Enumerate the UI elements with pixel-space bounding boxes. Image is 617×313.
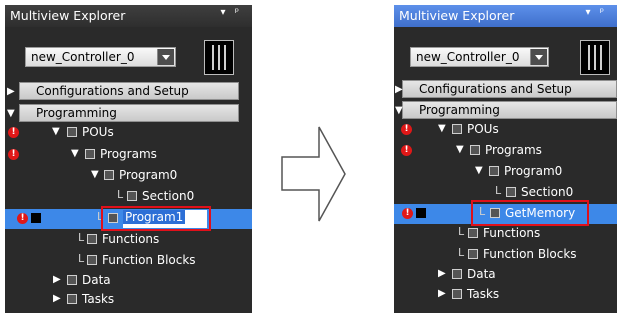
tree-item-function-blocks[interactable]: L Function Blocks	[394, 245, 617, 265]
data-icon	[67, 275, 77, 285]
expand-arrow-icon[interactable]: ▼	[52, 126, 60, 137]
tree-item-pous[interactable]: ! ▼ POUs	[394, 120, 617, 140]
tree-item-data[interactable]: ▶ Data	[394, 265, 617, 285]
explorer-title: Multiview Explorer	[10, 8, 126, 23]
section-icon	[506, 187, 516, 197]
error-icon: !	[401, 124, 412, 135]
expand-arrow-icon[interactable]: ▼	[71, 148, 79, 159]
collapse-arrow-icon[interactable]: ▶	[438, 268, 446, 279]
pin-icon[interactable]: ▾ ᵖ	[221, 7, 242, 18]
section-programming[interactable]: ▼ Programming	[395, 101, 617, 119]
section-icon	[127, 191, 137, 201]
section-configurations-and-setup[interactable]: ▶ Configurations and Setup	[7, 82, 239, 100]
error-icon: !	[401, 145, 412, 156]
explorer-titlebar: Multiview Explorer ▾ ᵖ	[5, 5, 252, 27]
collapse-arrow-icon[interactable]: ▶	[53, 293, 61, 304]
multiview-explorer-before: Multiview Explorer ▾ ᵖ new_Controller_0 …	[5, 5, 252, 313]
tree-item-function-blocks[interactable]: L Function Blocks	[5, 251, 252, 271]
programs-folder-icon	[470, 145, 480, 155]
status-icon	[416, 208, 426, 218]
tree-connector: L	[458, 225, 465, 238]
collapse-arrow-icon[interactable]: ▶	[53, 274, 61, 285]
tree-item-tasks[interactable]: ▶ Tasks	[394, 285, 617, 305]
tree-connector: L	[117, 188, 124, 201]
tree-item-programs[interactable]: ! ▼ Programs	[5, 145, 252, 165]
explorer-title: Multiview Explorer	[399, 8, 515, 23]
error-icon: !	[8, 127, 19, 138]
program-icon	[104, 170, 114, 180]
controller-icon	[204, 40, 234, 75]
tree-item-functions[interactable]: L Functions	[394, 224, 617, 244]
controller-dropdown[interactable]: new_Controller_0	[410, 47, 549, 67]
expanded-arrow-icon[interactable]: ▼	[7, 108, 15, 119]
pou-folder-icon	[67, 127, 77, 137]
tree-item-data[interactable]: ▶ Data	[5, 271, 252, 291]
tree-item-programs[interactable]: ! ▼ Programs	[394, 141, 617, 161]
tree-connector: L	[458, 246, 465, 259]
tree-item-functions[interactable]: L Functions	[5, 230, 252, 250]
tree-item-section0[interactable]: L Section0	[5, 187, 252, 207]
function-blocks-icon	[87, 255, 97, 265]
controller-icon	[580, 40, 610, 75]
error-icon: !	[402, 208, 413, 219]
expand-arrow-icon[interactable]: ▼	[456, 144, 464, 155]
expand-arrow-icon[interactable]: ▼	[91, 169, 99, 180]
functions-icon	[87, 234, 97, 244]
dropdown-arrow-icon[interactable]	[530, 49, 547, 65]
collapse-arrow-icon[interactable]: ▶	[438, 288, 446, 299]
pou-folder-icon	[452, 124, 462, 134]
highlight-box	[471, 200, 589, 226]
tree-item-tasks[interactable]: ▶ Tasks	[5, 290, 252, 310]
error-icon: !	[8, 149, 19, 160]
controller-dropdown[interactable]: new_Controller_0	[25, 47, 176, 67]
controller-value: new_Controller_0	[416, 50, 520, 64]
tree-item-pous[interactable]: ! ▼ POUs	[5, 123, 252, 143]
status-icon	[31, 213, 41, 223]
explorer-titlebar: Multiview Explorer ▾ ᵖ	[394, 5, 617, 27]
collapsed-arrow-icon[interactable]: ▶	[7, 86, 15, 97]
dropdown-arrow-icon[interactable]	[157, 49, 174, 65]
functions-icon	[468, 228, 478, 238]
highlight-box	[101, 206, 211, 231]
tasks-icon	[67, 294, 77, 304]
expand-arrow-icon[interactable]: ▼	[438, 123, 446, 134]
tree-item-program0[interactable]: ▼ Program0	[394, 162, 617, 182]
controller-value: new_Controller_0	[31, 50, 135, 64]
tree-connector: L	[78, 252, 85, 265]
collapsed-arrow-icon[interactable]: ▶	[395, 84, 403, 95]
right-arrow-icon	[281, 126, 346, 222]
section-programming[interactable]: ▼ Programming	[7, 104, 239, 122]
pin-icon[interactable]: ▾ ᵖ	[586, 7, 607, 18]
tasks-icon	[452, 289, 462, 299]
section-configurations-and-setup[interactable]: ▶ Configurations and Setup	[395, 80, 617, 98]
programs-folder-icon	[85, 149, 95, 159]
multiview-explorer-after: Multiview Explorer ▾ ᵖ new_Controller_0 …	[394, 5, 617, 313]
tree-item-program0[interactable]: ▼ Program0	[5, 166, 252, 186]
tree-connector: L	[495, 184, 502, 197]
tree-connector: L	[78, 231, 85, 244]
function-blocks-icon	[468, 249, 478, 259]
data-icon	[452, 269, 462, 279]
program-icon	[489, 166, 499, 176]
expand-arrow-icon[interactable]: ▼	[475, 165, 483, 176]
expanded-arrow-icon[interactable]: ▼	[395, 105, 403, 116]
error-icon: !	[17, 213, 28, 224]
